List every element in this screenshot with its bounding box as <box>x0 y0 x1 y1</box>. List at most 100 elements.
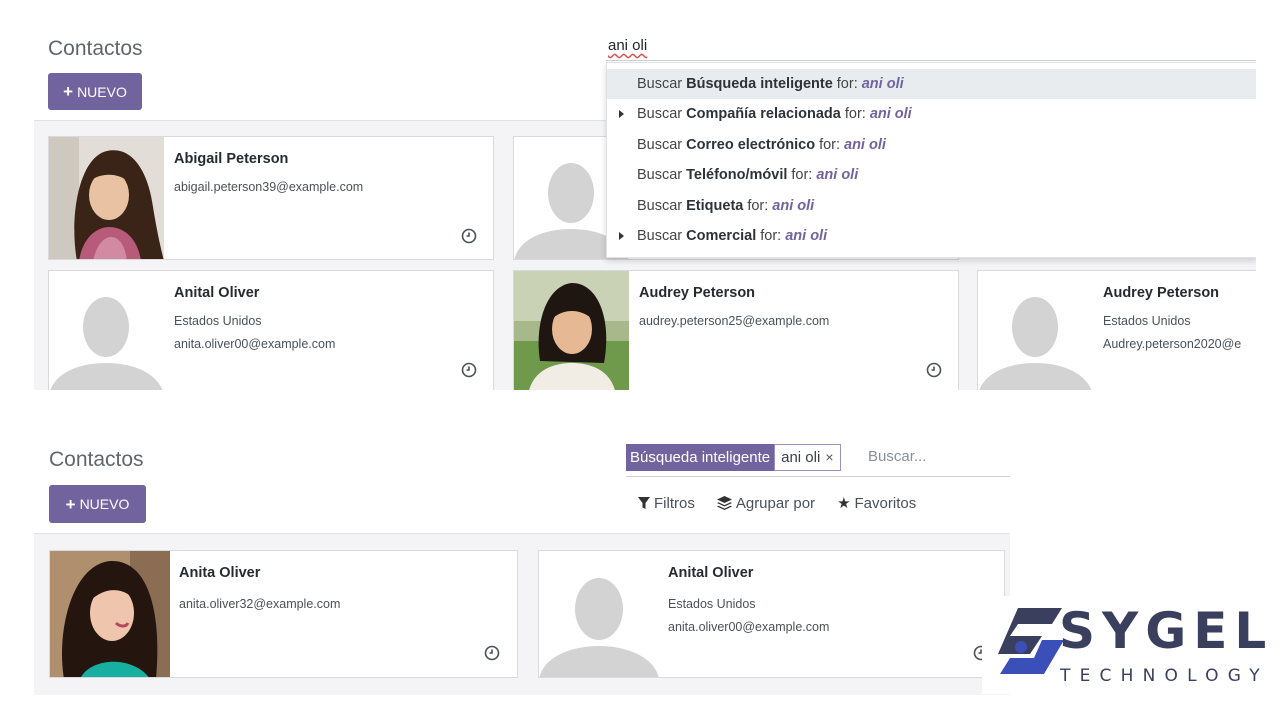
autocomplete-prefix: Buscar <box>637 106 683 122</box>
autocomplete-item[interactable]: Buscar Búsqueda inteligente for: ani oli <box>607 69 1256 99</box>
autocomplete-field: Correo electrónico <box>686 137 816 153</box>
search-underline <box>606 60 1256 61</box>
autocomplete-item[interactable]: Buscar Teléfono/móvil for: ani oli <box>607 160 1256 190</box>
caret-right-icon[interactable] <box>619 232 624 240</box>
placeholder-avatar-icon <box>49 271 164 390</box>
page-title: Contactos <box>49 448 144 471</box>
autocomplete-value: ani oli <box>772 198 815 214</box>
filter-icon <box>638 496 650 509</box>
contact-email: anita.oliver00@example.com <box>668 620 830 634</box>
search-facet[interactable]: Búsqueda inteligente ani oli × <box>626 444 841 471</box>
filters-label: Filtros <box>654 494 695 512</box>
facet-value: ani oli <box>781 449 821 466</box>
clock-icon[interactable] <box>484 645 500 661</box>
contact-country: Estados Unidos <box>1103 314 1191 328</box>
sygel-logo-mark-icon <box>998 608 1064 674</box>
caret-right-icon[interactable] <box>619 110 624 118</box>
star-icon: ★ <box>837 495 851 512</box>
contact-photo <box>50 551 170 677</box>
search-underline <box>626 476 1010 477</box>
autocomplete-for: for: <box>747 198 769 214</box>
clock-icon[interactable] <box>461 228 477 244</box>
contact-email: Audrey.peterson2020@e <box>1103 337 1242 351</box>
contact-card[interactable]: Anital Oliver Estados Unidos anita.olive… <box>48 270 494 390</box>
autocomplete-field: Compañía relacionada <box>686 106 841 122</box>
placeholder-avatar-icon <box>978 271 1093 390</box>
contact-name: Audrey Peterson <box>639 285 756 301</box>
group-by-button[interactable]: Agrupar por <box>716 494 816 512</box>
contact-name: Abigail Peterson <box>174 151 289 167</box>
search-input[interactable]: ani oli <box>608 37 647 54</box>
new-contact-button[interactable]: + NUEVO <box>49 485 146 523</box>
autocomplete-prefix: Buscar <box>637 76 683 92</box>
contact-email: audrey.peterson25@example.com <box>639 314 830 328</box>
group-by-label: Agrupar por <box>735 494 816 512</box>
screenshot-search-dropdown: Contactos + NUEVO Abigail Peterson abiga <box>34 30 1256 390</box>
clock-icon[interactable] <box>461 362 477 378</box>
autocomplete-for: for: <box>819 137 841 153</box>
new-button-label: NUEVO <box>79 496 130 512</box>
autocomplete-item[interactable]: Buscar Etiqueta for: ani oli <box>607 191 1256 221</box>
contact-photo <box>49 137 164 259</box>
facet-label: Búsqueda inteligente <box>626 444 775 471</box>
contact-name: Anita Oliver <box>179 565 261 581</box>
autocomplete-prefix: Buscar <box>637 198 683 214</box>
autocomplete-prefix: Buscar <box>637 228 683 244</box>
contact-email: anita.oliver32@example.com <box>179 597 341 611</box>
autocomplete-for: for: <box>760 228 782 244</box>
contact-card[interactable]: Abigail Peterson abigail.peterson39@exam… <box>48 136 494 260</box>
autocomplete-field: Etiqueta <box>686 198 744 214</box>
clock-icon[interactable] <box>926 362 942 378</box>
new-contact-button[interactable]: + NUEVO <box>48 73 142 110</box>
autocomplete-for: for: <box>836 76 858 92</box>
autocomplete-item[interactable]: Buscar Comercial for: ani oli <box>607 221 1256 251</box>
autocomplete-value: ani oli <box>861 76 904 92</box>
autocomplete-value: ani oli <box>785 228 828 244</box>
contact-card[interactable]: Audrey Peterson Estados Unidos Audrey.pe… <box>977 270 1256 390</box>
plus-icon: + <box>65 494 76 514</box>
facet-value-box: ani oli × <box>774 444 841 471</box>
autocomplete-prefix: Buscar <box>637 167 683 183</box>
logo-wordmark: SYGEL <box>1059 602 1274 660</box>
control-panel: Contactos + NUEVO Búsqueda inteligente a… <box>34 438 1010 534</box>
search-input[interactable]: Buscar... <box>868 448 926 465</box>
contact-name: Anital Oliver <box>668 565 754 581</box>
screenshot-search-results: Contactos + NUEVO Búsqueda inteligente a… <box>34 438 1010 695</box>
contact-email: abigail.peterson39@example.com <box>174 180 364 194</box>
contact-name: Audrey Peterson <box>1103 285 1220 301</box>
contact-country: Estados Unidos <box>174 314 262 328</box>
contact-country: Estados Unidos <box>668 597 756 611</box>
autocomplete-for: for: <box>791 167 813 183</box>
page-title: Contactos <box>48 37 143 60</box>
logo-tagline: TECHNOLOGY <box>1060 666 1269 686</box>
close-icon[interactable]: × <box>825 449 833 465</box>
autocomplete-item[interactable]: Buscar Compañía relacionada for: ani oli <box>607 99 1256 129</box>
search-options-bar: Filtros Agrupar por ★ Favoritos <box>638 494 916 512</box>
placeholder-avatar-icon <box>539 551 659 677</box>
autocomplete-field: Comercial <box>686 228 757 244</box>
autocomplete-value: ani oli <box>869 106 912 122</box>
favorites-label: Favoritos <box>854 494 917 512</box>
sygel-technology-logo: SYGEL TECHNOLOGY <box>982 596 1266 694</box>
search-typed-text: ani oli <box>608 37 648 54</box>
favorites-button[interactable]: ★ Favoritos <box>837 494 917 513</box>
autocomplete-prefix: Buscar <box>637 137 683 153</box>
contact-name: Anital Oliver <box>174 285 260 301</box>
autocomplete-value: ani oli <box>844 137 886 153</box>
contact-email: anita.oliver00@example.com <box>174 337 336 351</box>
layers-icon <box>716 496 732 510</box>
autocomplete-value: ani oli <box>816 167 859 183</box>
filters-button[interactable]: Filtros <box>638 494 695 512</box>
autocomplete-field: Búsqueda inteligente <box>686 76 833 92</box>
autocomplete-for: for: <box>844 106 866 122</box>
autocomplete-field: Teléfono/móvil <box>686 167 788 183</box>
new-button-label: NUEVO <box>77 83 127 100</box>
search-autocomplete-dropdown: Buscar Búsqueda inteligente for: ani oli Bu… <box>606 62 1256 258</box>
contact-card[interactable]: Anita Oliver anita.oliver32@example.com <box>49 550 518 678</box>
contact-photo <box>514 271 629 390</box>
plus-icon: + <box>63 82 74 101</box>
contact-card[interactable]: Anital Oliver Estados Unidos anita.olive… <box>538 550 1005 678</box>
kanban-view: Anita Oliver anita.oliver32@example.com … <box>34 533 1010 695</box>
contact-card[interactable]: Audrey Peterson audrey.peterson25@exampl… <box>513 270 959 390</box>
autocomplete-item[interactable]: Buscar Correo electrónico for: ani oli <box>607 130 1256 160</box>
